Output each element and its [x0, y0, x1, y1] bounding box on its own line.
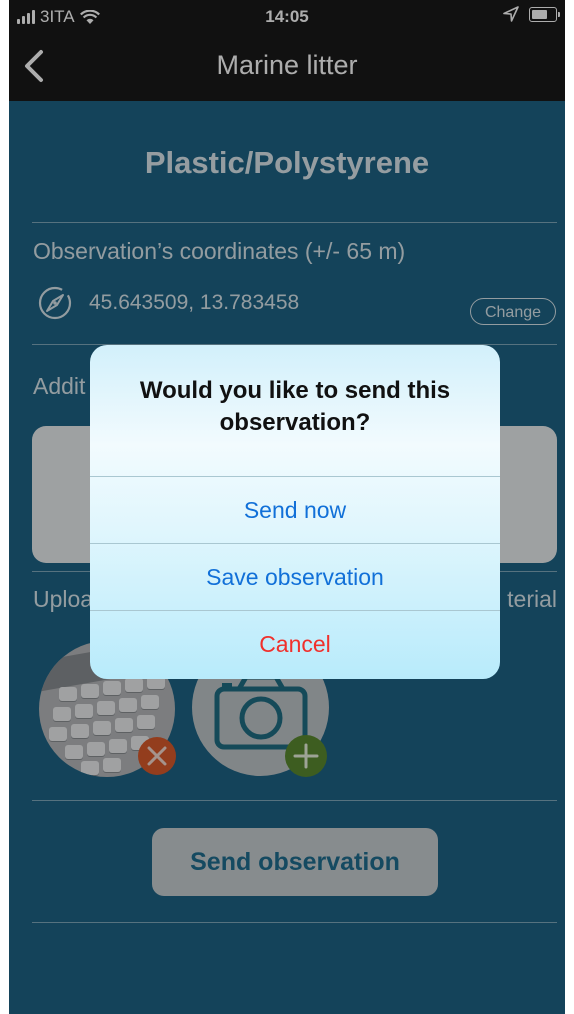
save-observation-button[interactable]: Save observation: [90, 544, 500, 610]
send-now-button[interactable]: Send now: [90, 477, 500, 543]
phone-screen: 3ITA 14:05 Marine litter Plastic/Polysty…: [9, 0, 565, 1014]
alert-title: Would you like to send this observation?: [139, 377, 451, 436]
cancel-button[interactable]: Cancel: [90, 611, 500, 677]
send-observation-alert: Would you like to send this observation?…: [90, 345, 500, 679]
